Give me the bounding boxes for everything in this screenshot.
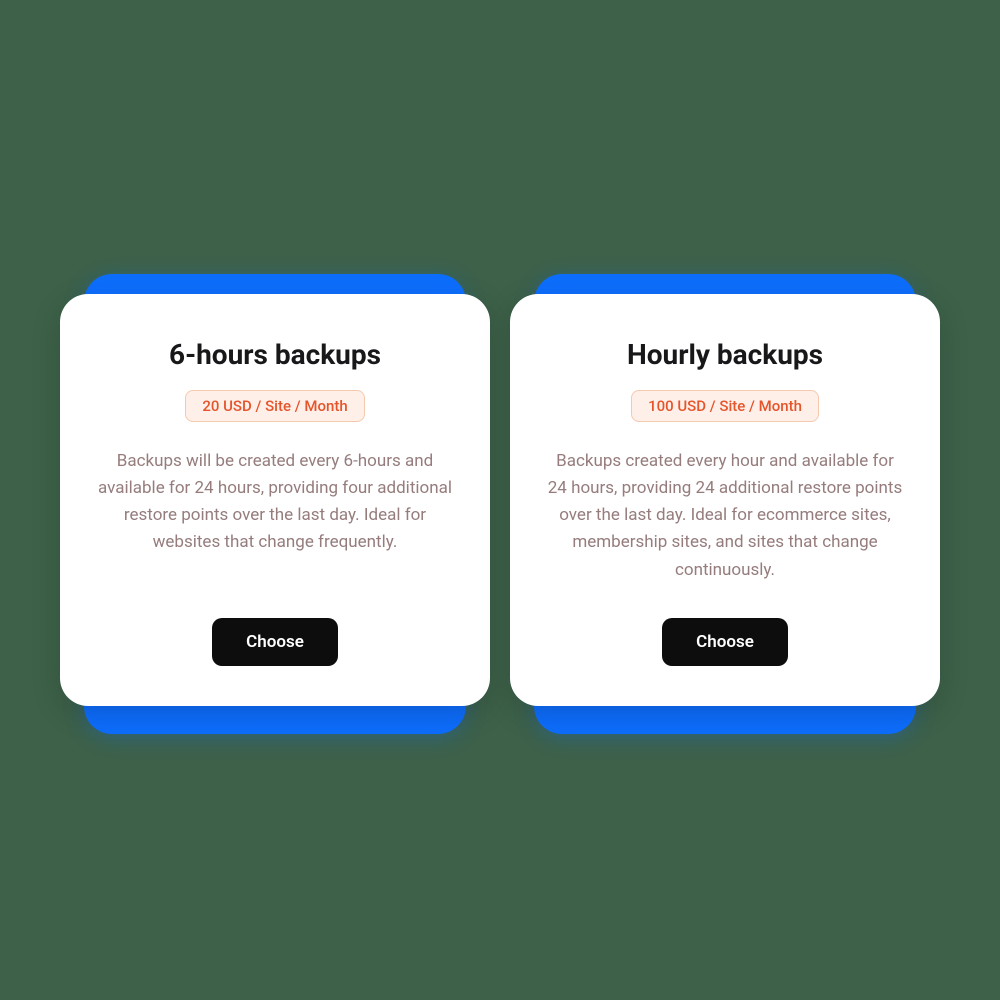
pricing-cards-container: 6-hours backups 20 USD / Site / Month Ba… [60, 294, 940, 706]
card-description: Backups will be created every 6-hours an… [96, 448, 454, 584]
pricing-card-6hours: 6-hours backups 20 USD / Site / Month Ba… [60, 294, 490, 706]
card-title: 6-hours backups [169, 338, 381, 372]
card-title: Hourly backups [627, 338, 823, 372]
pricing-card-wrapper: 6-hours backups 20 USD / Site / Month Ba… [60, 294, 490, 706]
price-badge: 20 USD / Site / Month [185, 390, 364, 422]
card-description: Backups created every hour and available… [546, 448, 904, 584]
pricing-card-hourly: Hourly backups 100 USD / Site / Month Ba… [510, 294, 940, 706]
price-badge: 100 USD / Site / Month [631, 390, 819, 422]
pricing-card-wrapper: Hourly backups 100 USD / Site / Month Ba… [510, 294, 940, 706]
choose-button[interactable]: Choose [212, 618, 338, 666]
choose-button[interactable]: Choose [662, 618, 788, 666]
